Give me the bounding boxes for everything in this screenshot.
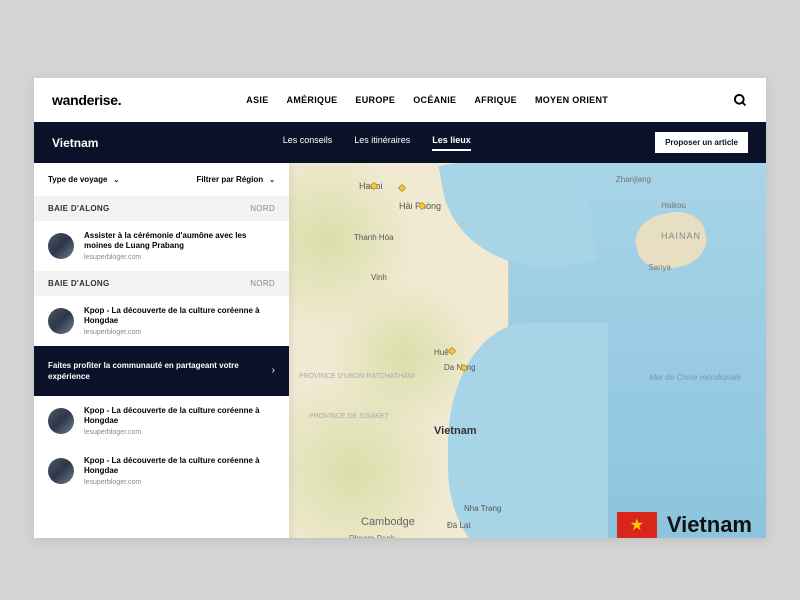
search-icon[interactable] bbox=[733, 93, 748, 108]
filter-type-label: Type de voyage bbox=[48, 175, 107, 184]
map-footer: ★ Vietnam bbox=[617, 512, 752, 538]
map-label-thanhhoa: Thanh Hóa bbox=[354, 233, 394, 242]
list-text: Kpop - La découverte de la culture corée… bbox=[84, 306, 275, 336]
nav-moyen-orient[interactable]: MOYEN ORIENT bbox=[535, 95, 608, 105]
content: Type de voyage ⌄ Filtrer par Région ⌄ BA… bbox=[34, 163, 766, 538]
list-item[interactable]: Kpop - La découverte de la culture corée… bbox=[34, 296, 289, 346]
chevron-right-icon: › bbox=[272, 365, 275, 376]
avatar bbox=[48, 233, 74, 259]
map-landmass bbox=[289, 163, 509, 538]
tab-conseils[interactable]: Les conseils bbox=[283, 135, 333, 151]
list-item[interactable]: Kpop - La découverte de la culture corée… bbox=[34, 396, 289, 446]
nav-europe[interactable]: EUROPE bbox=[355, 95, 395, 105]
section-region: NORD bbox=[250, 279, 275, 288]
item-title: Kpop - La découverte de la culture corée… bbox=[84, 456, 275, 477]
item-title: Kpop - La découverte de la culture corée… bbox=[84, 306, 275, 327]
section-header: BAIE D'ALONG NORD bbox=[34, 271, 289, 296]
topbar: wanderise. ASIE AMÉRIQUE EUROPE OCÉANIE … bbox=[34, 78, 766, 122]
star-icon: ★ bbox=[630, 515, 644, 535]
avatar bbox=[48, 458, 74, 484]
section-title: BAIE D'ALONG bbox=[48, 204, 110, 213]
filter-type[interactable]: Type de voyage ⌄ bbox=[48, 175, 119, 184]
subbar: Vietnam Les conseils Les itinéraires Les… bbox=[34, 122, 766, 163]
map-label-nhatrang: Nha Trang bbox=[464, 504, 501, 513]
map-label-sea: Mer de Chine méridionale bbox=[649, 373, 741, 383]
map-label-prov1: PROVINCE D'UBON RATCHATHANI bbox=[299, 373, 415, 381]
avatar bbox=[48, 308, 74, 334]
map-label-prov2: PROVINCE DE SISAKET bbox=[309, 413, 389, 421]
map-label-cambodge: Cambodge bbox=[361, 516, 415, 528]
app-window: wanderise. ASIE AMÉRIQUE EUROPE OCÉANIE … bbox=[34, 78, 766, 538]
tab-lieux[interactable]: Les lieux bbox=[432, 135, 471, 151]
country-name: Vietnam bbox=[52, 136, 98, 150]
map[interactable]: Hanoi Hải Phòng Zhanjiang Haikou HAINAN … bbox=[289, 163, 766, 538]
avatar bbox=[48, 408, 74, 434]
map-label-sanya: Sanya bbox=[648, 263, 671, 272]
chevron-down-icon: ⌄ bbox=[113, 176, 119, 184]
item-title: Assister à la cérémonie d'aumône avec le… bbox=[84, 231, 275, 252]
list-text: Kpop - La découverte de la culture corée… bbox=[84, 406, 275, 436]
cta-text: Faites profiter la communauté en partage… bbox=[48, 360, 248, 382]
map-label-vinh: Vinh bbox=[371, 273, 387, 282]
map-label-dalat: Đà Lạt bbox=[447, 521, 471, 530]
item-source: lesuperbloger.com bbox=[84, 329, 275, 336]
map-country-name: Vietnam bbox=[667, 512, 752, 538]
item-source: lesuperbloger.com bbox=[84, 479, 275, 486]
filters: Type de voyage ⌄ Filtrer par Région ⌄ bbox=[34, 163, 289, 196]
sidebar: Type de voyage ⌄ Filtrer par Région ⌄ BA… bbox=[34, 163, 289, 538]
map-label-vietnam: Vietnam bbox=[434, 425, 477, 437]
map-label-hainan: HAINAN bbox=[661, 231, 701, 241]
filter-region-label: Filtrer par Région bbox=[196, 175, 263, 184]
tab-itineraires[interactable]: Les itinéraires bbox=[354, 135, 410, 151]
nav-amerique[interactable]: AMÉRIQUE bbox=[287, 95, 338, 105]
item-source: lesuperbloger.com bbox=[84, 429, 275, 436]
cta-banner[interactable]: Faites profiter la communauté en partage… bbox=[34, 346, 289, 396]
list-item[interactable]: Kpop - La découverte de la culture corée… bbox=[34, 446, 289, 496]
map-label-phnom: Phnom Penh bbox=[349, 534, 395, 538]
chevron-down-icon: ⌄ bbox=[269, 176, 275, 184]
propose-button[interactable]: Proposer un article bbox=[655, 132, 748, 153]
section-title: BAIE D'ALONG bbox=[48, 279, 110, 288]
section-header: BAIE D'ALONG NORD bbox=[34, 196, 289, 221]
nav-asie[interactable]: ASIE bbox=[246, 95, 268, 105]
section-region: NORD bbox=[250, 204, 275, 213]
list-text: Assister à la cérémonie d'aumône avec le… bbox=[84, 231, 275, 261]
nav-afrique[interactable]: AFRIQUE bbox=[474, 95, 517, 105]
subtabs: Les conseils Les itinéraires Les lieux bbox=[283, 135, 471, 151]
list-item[interactable]: Assister à la cérémonie d'aumône avec le… bbox=[34, 221, 289, 271]
flag-vietnam: ★ bbox=[617, 512, 657, 538]
item-title: Kpop - La découverte de la culture corée… bbox=[84, 406, 275, 427]
filter-region[interactable]: Filtrer par Région ⌄ bbox=[196, 175, 275, 184]
list-text: Kpop - La découverte de la culture corée… bbox=[84, 456, 275, 486]
map-label-haikou: Haikou bbox=[661, 201, 686, 210]
map-label-hue: Huế bbox=[434, 348, 449, 357]
logo[interactable]: wanderise. bbox=[52, 92, 121, 108]
map-label-zhanjiang: Zhanjiang bbox=[616, 175, 651, 184]
nav-regions: ASIE AMÉRIQUE EUROPE OCÉANIE AFRIQUE MOY… bbox=[246, 95, 608, 105]
item-source: lesuperbloger.com bbox=[84, 254, 275, 261]
nav-oceanie[interactable]: OCÉANIE bbox=[413, 95, 456, 105]
